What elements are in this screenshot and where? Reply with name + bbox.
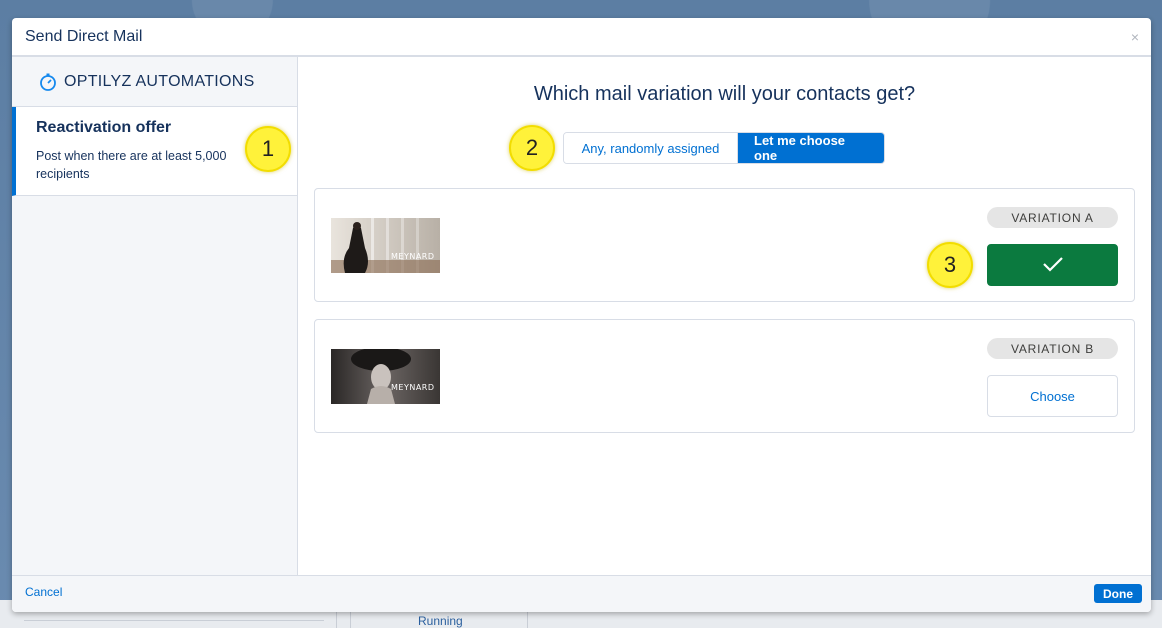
send-direct-mail-modal: Send Direct Mail × OPTILYZ AUTOMATIONS R… [12,18,1151,612]
variation-card-b: MEYNARD VARIATION B Choose [314,319,1135,433]
modal-title: Send Direct Mail [25,27,143,45]
callout-badge-1: 1 [245,126,291,172]
variation-b-label: VARIATION B [987,338,1118,359]
modal-body: OPTILYZ AUTOMATIONS Reactivation offer P… [12,57,1151,575]
variation-a-selected-button[interactable] [987,244,1118,286]
stopwatch-icon [38,72,58,92]
callout-badge-2: 2 [509,125,555,171]
modal-footer: Cancel Done [12,575,1151,612]
variation-card-a: MEYNARD VARIATION A [314,188,1135,302]
close-icon[interactable]: × [1131,30,1139,44]
variation-a-brand: MEYNARD [391,252,435,261]
main-panel: Which mail variation will your contacts … [298,57,1151,575]
callout-badge-3: 3 [927,242,973,288]
variation-b-choose-button[interactable]: Choose [987,375,1118,417]
done-button[interactable]: Done [1094,584,1142,603]
variation-a-thumbnail: MEYNARD [331,218,440,273]
background-status-text: Running [418,614,463,628]
random-assign-button[interactable]: Any, randomly assigned [564,133,738,163]
sidebar-item-description: Post when there are at least 5,000 recip… [36,149,227,181]
variation-b-thumbnail: MEYNARD [331,349,440,404]
variation-question: Which mail variation will your contacts … [533,83,916,105]
variation-a-label: VARIATION A [987,207,1118,228]
brand-name: OPTILYZ AUTOMATIONS [64,72,255,90]
cancel-button[interactable]: Cancel [25,585,62,599]
sidebar-header: OPTILYZ AUTOMATIONS [12,57,297,107]
choose-one-button[interactable]: Let me choose one [738,133,884,163]
modal-header: Send Direct Mail × [12,18,1151,57]
checkmark-icon [1042,256,1064,275]
variation-b-brand: MEYNARD [391,383,435,392]
assignment-toggle: Any, randomly assigned Let me choose one [563,132,885,164]
sidebar: OPTILYZ AUTOMATIONS Reactivation offer P… [12,57,298,575]
background-divider [24,620,324,621]
